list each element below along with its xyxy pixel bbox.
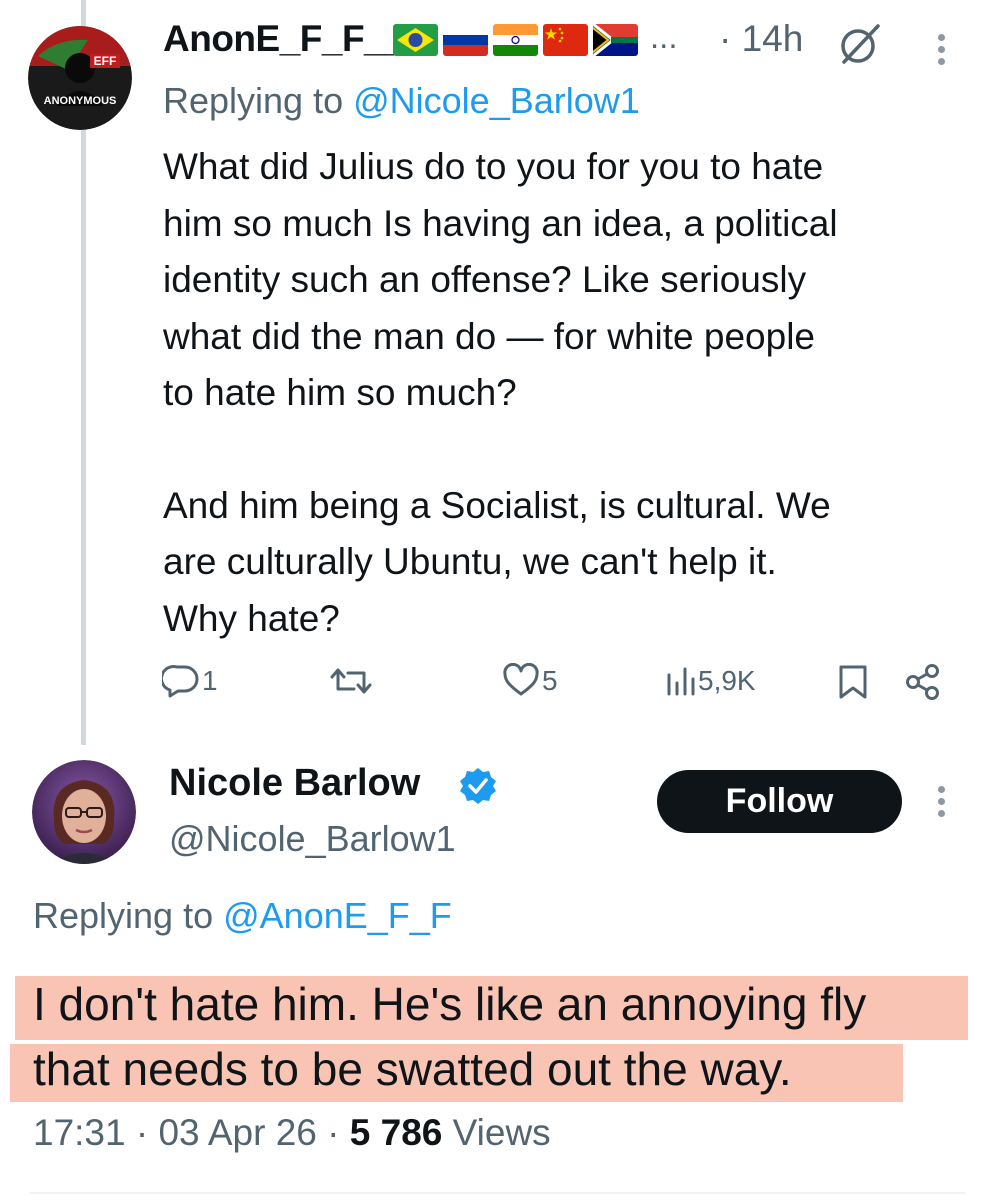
post-meta: 17:31 · 03 Apr 26 · 5 786 Views bbox=[33, 1112, 551, 1154]
bookmark-action[interactable] bbox=[836, 663, 870, 701]
views-number: 5 786 bbox=[349, 1112, 443, 1153]
bookmark-icon bbox=[839, 665, 867, 699]
more-options-icon[interactable] bbox=[938, 786, 946, 817]
avatar-badge-text: EFF bbox=[94, 54, 117, 68]
text-line: what did the man do — for white people bbox=[163, 315, 815, 357]
russia-flag bbox=[443, 24, 488, 56]
china-flag bbox=[543, 24, 588, 56]
replying-to: Replying to @Nicole_Barlow1 bbox=[163, 80, 640, 122]
replying-to: Replying to @AnonE_F_F bbox=[33, 895, 452, 937]
south-africa-flag bbox=[593, 24, 638, 56]
heart-icon bbox=[503, 663, 539, 696]
author-name[interactable]: Nicole Barlow bbox=[169, 762, 420, 805]
author-handle[interactable]: @Nicole_Barlow1 bbox=[169, 818, 456, 860]
share-icon bbox=[906, 664, 939, 700]
replying-handle-link[interactable]: @AnonE_F_F bbox=[223, 895, 452, 936]
views-count: 5,9K bbox=[698, 665, 756, 696]
name-ellipsis: ... bbox=[650, 18, 678, 55]
follow-button[interactable]: Follow bbox=[657, 770, 902, 833]
divider bbox=[30, 1192, 965, 1194]
text-line: And him being a Socialist, is cultural. … bbox=[163, 484, 831, 526]
more-options-icon[interactable] bbox=[938, 34, 946, 65]
analytics-icon bbox=[667, 667, 695, 696]
grok-icon[interactable] bbox=[836, 22, 884, 71]
post-text: What did Julius do to you for you to hat… bbox=[163, 139, 963, 647]
post-text: I don't hate him. He's like an annoying … bbox=[33, 972, 983, 1102]
views-label: Views bbox=[442, 1112, 551, 1153]
text-line: identity such an offense? Like seriously bbox=[163, 259, 807, 300]
share-action[interactable] bbox=[904, 663, 942, 701]
timestamp[interactable]: 17:31 · 03 Apr 26 · bbox=[33, 1112, 350, 1153]
post-time[interactable]: · 14h bbox=[719, 18, 803, 60]
views-action[interactable]: 5,9K bbox=[664, 663, 756, 699]
replying-prefix: Replying to bbox=[33, 895, 224, 936]
reply-icon bbox=[162, 665, 199, 698]
reply-action[interactable]: 1 bbox=[162, 663, 218, 699]
replying-handle-link[interactable]: @Nicole_Barlow1 bbox=[353, 80, 640, 121]
reply-count: 1 bbox=[202, 665, 218, 696]
text-line: to hate him so much? bbox=[163, 372, 517, 413]
text-line: that needs to be swatted out the way. bbox=[33, 1043, 792, 1095]
author-name[interactable]: AnonE_F_F__ bbox=[163, 18, 405, 60]
avatar-nicole[interactable] bbox=[32, 760, 136, 864]
like-action[interactable]: 5 bbox=[502, 663, 558, 699]
text-line: What did Julius do to you for you to hat… bbox=[163, 146, 824, 187]
brazil-flag bbox=[393, 24, 438, 56]
repost-icon bbox=[330, 668, 372, 694]
india-flag bbox=[493, 24, 538, 56]
like-count: 5 bbox=[542, 665, 558, 696]
replying-prefix: Replying to bbox=[163, 80, 354, 121]
verified-badge-icon bbox=[458, 766, 498, 811]
text-line: Why hate? bbox=[163, 597, 340, 639]
avatar-anonymous-text: ANONYMOUS bbox=[44, 95, 117, 107]
text-line: I don't hate him. He's like an annoying … bbox=[33, 978, 867, 1030]
text-line: him so much Is having an idea, a politic… bbox=[163, 202, 838, 244]
avatar-anon[interactable]: EFF ANONYMOUS bbox=[28, 26, 132, 130]
flag-emojis bbox=[393, 24, 638, 56]
text-line: are culturally Ubuntu, we can't help it. bbox=[163, 541, 777, 582]
repost-action[interactable] bbox=[329, 663, 373, 699]
